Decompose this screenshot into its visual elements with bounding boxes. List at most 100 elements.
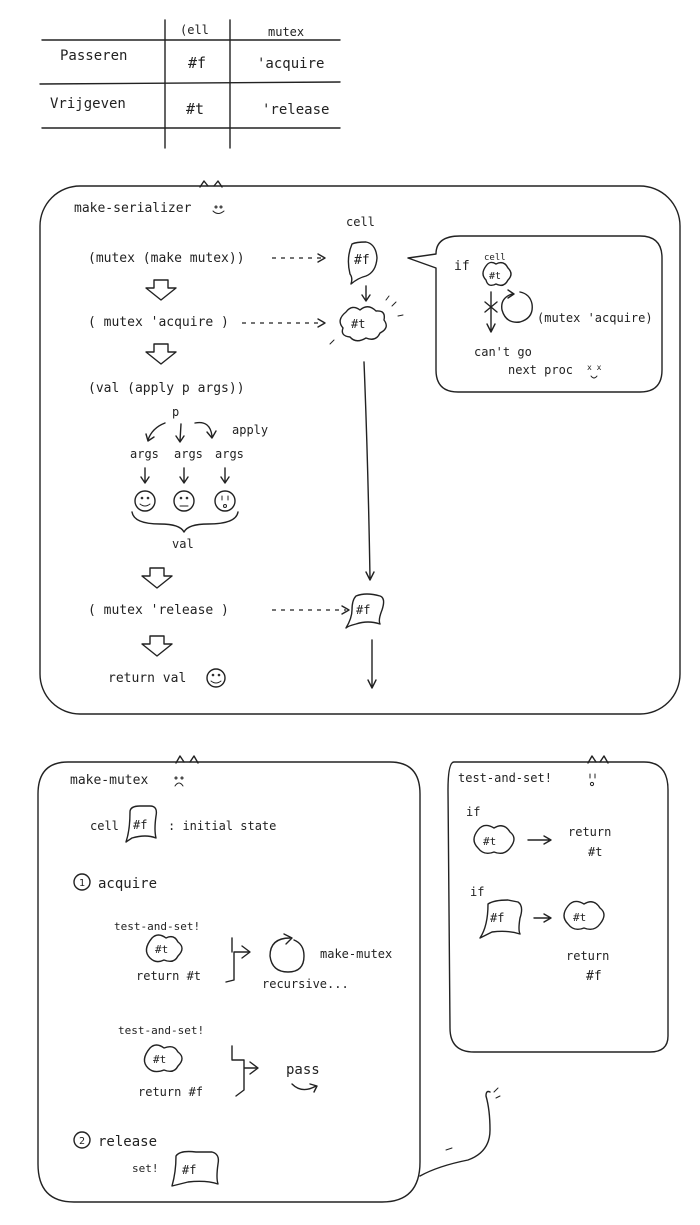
tas-if-2: if	[470, 885, 484, 899]
cell-arrow-1	[361, 285, 371, 302]
initial-state-label: : initial state	[168, 819, 276, 833]
args-label-1: args	[130, 447, 159, 461]
table-rule-mid	[39, 81, 341, 85]
table-row1-cell: #f	[188, 54, 206, 72]
testandset-title: test-and-set!	[458, 771, 552, 785]
arrow-args-1	[140, 467, 150, 484]
neutral-face-icon	[173, 490, 195, 512]
table-row1-label: Passeren	[60, 48, 127, 64]
testandset-frame	[447, 761, 669, 1053]
release-number: 2	[79, 1136, 85, 1147]
tas2-true-value: #t	[153, 1053, 166, 1066]
semaphore-table: (ell mutex Passeren #f 'acquire Vrijgeve…	[39, 19, 341, 149]
table-row2-cell: #t	[186, 100, 204, 118]
bubble-next-proc: next proc	[508, 363, 573, 377]
serializer-panel: make-serializer (mutex (make mutex)) ( m…	[39, 180, 681, 715]
tas2-return: return #f	[138, 1085, 203, 1099]
cell-false-value-2: #f	[356, 603, 370, 617]
smiley-face-icon	[206, 668, 226, 688]
tas1-return: return #t	[136, 969, 201, 983]
step-make-mutex: (mutex (make mutex))	[88, 251, 245, 266]
branch-arrow-left	[145, 422, 166, 442]
loop-arrow-icon	[501, 289, 533, 323]
cell-timeline-arrow	[363, 361, 375, 581]
diagram-canvas: (ell mutex Passeren #f 'acquire Vrijgeve…	[37, 19, 681, 1203]
tas1-label: test-and-set!	[114, 920, 200, 933]
tas1-branch-arrow	[225, 937, 251, 983]
bubble-if: if	[454, 259, 470, 274]
table-row2-mutex: 'release	[262, 102, 329, 118]
arrow-args-2	[179, 467, 189, 484]
tas-false-value: #f	[490, 911, 504, 925]
pass-label: pass	[286, 1062, 320, 1078]
tas-if-1: if	[466, 805, 480, 819]
tail-marks	[445, 1087, 501, 1151]
bubble-cell-label: cell	[484, 253, 506, 263]
down-arrow-icon	[141, 567, 173, 589]
tas-true-value-2: #t	[573, 911, 586, 924]
cell-true-value: #t	[351, 317, 365, 331]
step-release: ( mutex 'release )	[88, 603, 229, 618]
args-label-2: args	[174, 447, 203, 461]
val-brace	[131, 511, 239, 533]
bubble-true-value: #t	[489, 271, 501, 282]
tas-arrow-1	[527, 835, 552, 845]
cell-end-arrow	[367, 639, 377, 689]
make-mutex-label: make-mutex	[320, 947, 392, 961]
arrow-head-2	[317, 318, 326, 328]
release-heading: release	[98, 1134, 157, 1150]
acquire-heading: acquire	[98, 876, 157, 892]
mutex-title: make-mutex	[70, 773, 148, 788]
smiley-face-icon	[212, 205, 225, 214]
set-label: set!	[132, 1162, 159, 1175]
tas-return-1: return	[568, 825, 611, 839]
tas2-label: test-and-set!	[118, 1024, 204, 1037]
apply-label: apply	[232, 423, 268, 437]
table-header-cell: (ell	[180, 23, 209, 37]
down-arrow-icon	[145, 279, 177, 301]
val-label: val	[172, 537, 194, 551]
step-acquire: ( mutex 'acquire )	[88, 315, 229, 330]
tas-true-value-1: #t	[483, 835, 496, 848]
tas-return-value-1: #t	[588, 845, 602, 859]
p-label: p	[172, 405, 179, 419]
pass-arrow	[291, 1083, 318, 1093]
upset-face-icon	[174, 776, 184, 787]
down-arrow-icon	[141, 635, 173, 657]
acquire-number: 1	[79, 878, 85, 889]
mutex-cell-value: #f	[133, 818, 147, 832]
blocked-arrow	[486, 291, 496, 333]
step-return: return val	[108, 671, 186, 686]
mutex-cell-label: cell	[90, 819, 119, 833]
dizzy-face-icon: x x	[587, 363, 602, 372]
branch-arrow-right	[194, 421, 217, 439]
table-row2-label: Vrijgeven	[50, 96, 126, 112]
cell-false-value: #f	[354, 253, 370, 268]
set-false-value: #f	[182, 1163, 196, 1177]
cat-tail	[419, 1090, 491, 1177]
table-row1-mutex: 'acquire	[257, 56, 324, 72]
tas-return-value-2: #f	[586, 969, 602, 984]
happy-face-icon	[134, 490, 156, 512]
args-label-3: args	[215, 447, 244, 461]
tas-arrow-2	[533, 913, 552, 923]
worried-face-icon	[589, 773, 596, 787]
recursion-loop-icon	[269, 933, 305, 973]
serializer-title: make-serializer	[74, 201, 192, 216]
table-header-mutex: mutex	[268, 25, 304, 39]
down-arrow-icon	[145, 343, 177, 365]
tas2-branch-arrow	[231, 1045, 259, 1097]
tas-return-2: return	[566, 949, 609, 963]
arrow-args-3	[220, 467, 230, 484]
surprised-face-icon	[214, 490, 236, 512]
testandset-panel: test-and-set! if #t return #t if #f #t r…	[447, 755, 669, 1053]
dizzy-mouth	[590, 375, 598, 379]
cell-label: cell	[346, 215, 375, 229]
mutex-panel: make-mutex cell #f : initial state 1 acq…	[37, 755, 501, 1203]
recursive-label: recursive...	[262, 977, 349, 991]
tas1-true-value: #t	[155, 943, 168, 956]
bubble-acquire: (mutex 'acquire)	[537, 311, 653, 325]
bubble-cant-go: can't go	[474, 345, 532, 359]
branch-arrow-mid	[175, 423, 185, 443]
step-apply: (val (apply p args))	[88, 381, 245, 396]
